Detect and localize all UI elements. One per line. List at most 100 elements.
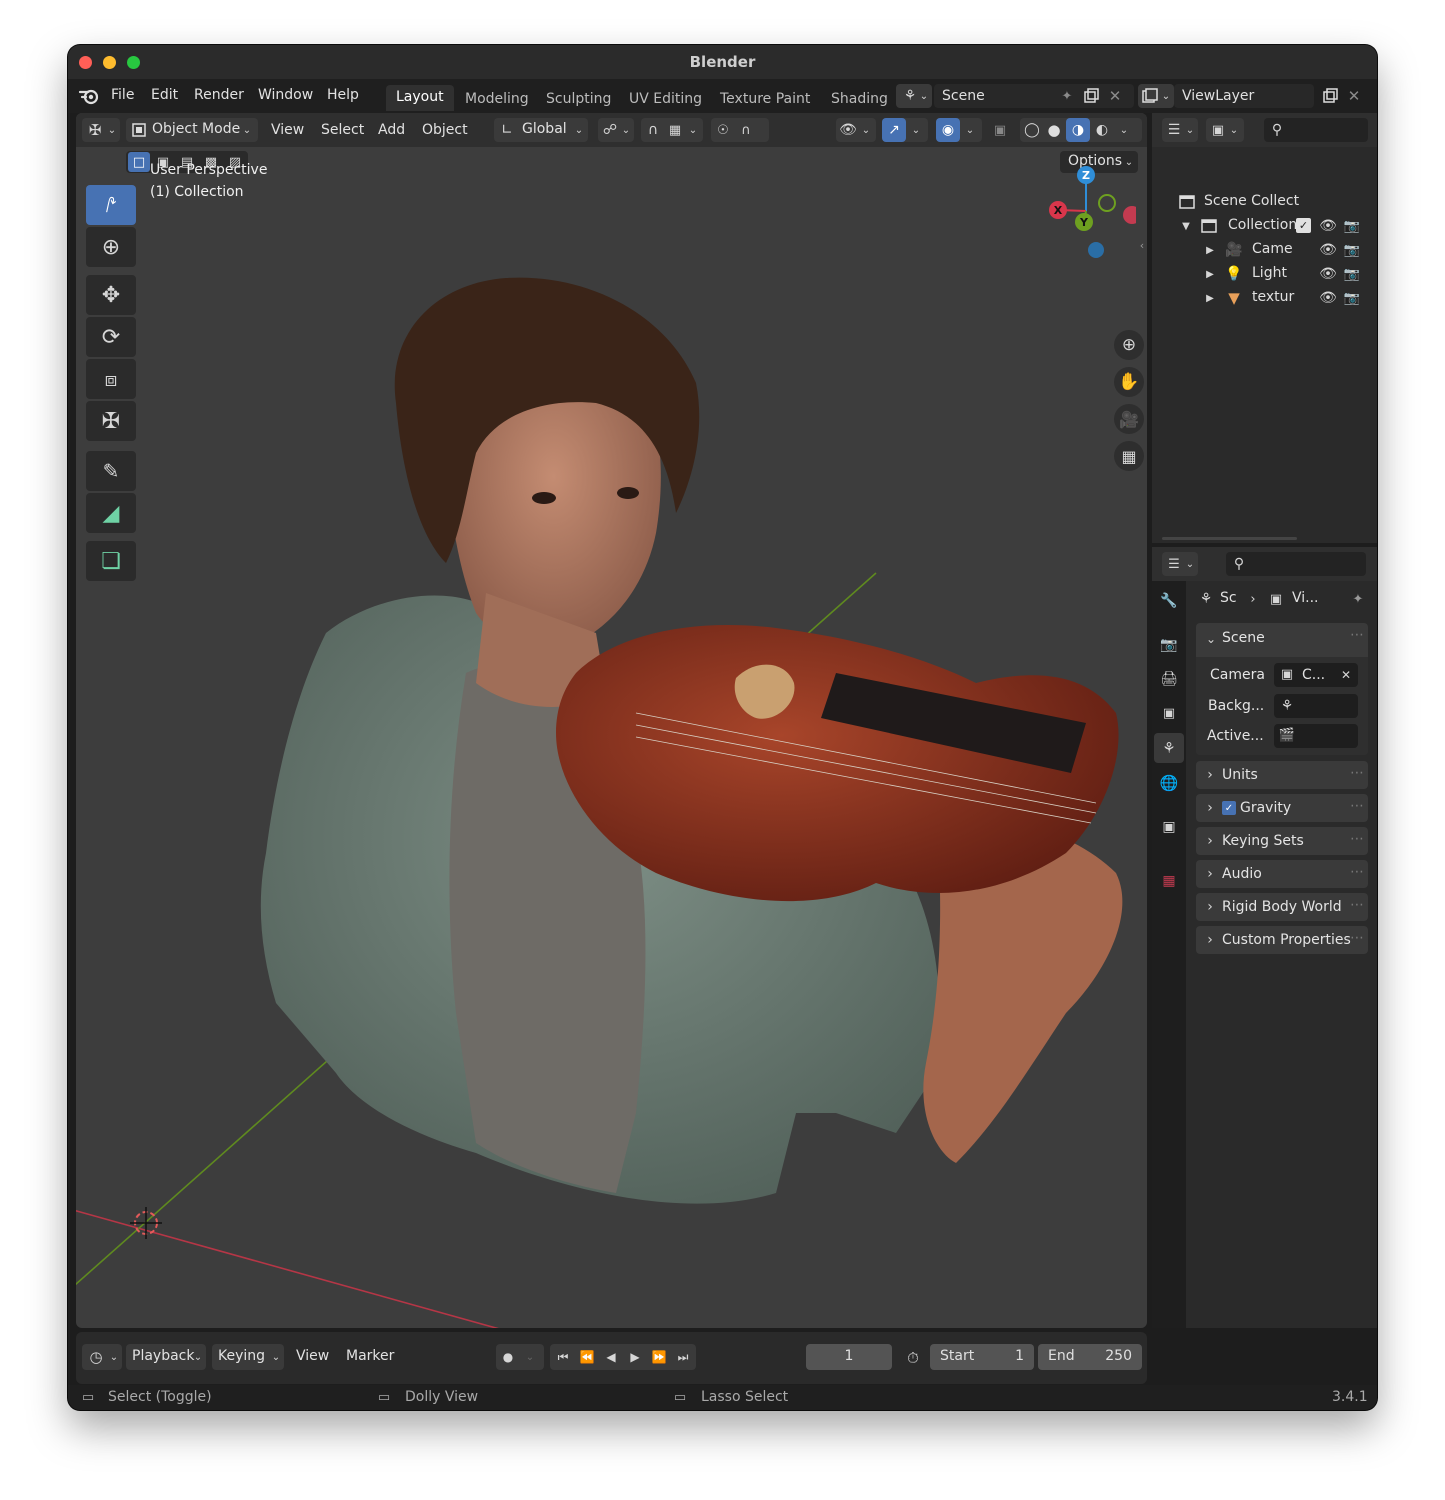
delete-view-layer-icon[interactable]: ✕ <box>1345 87 1363 105</box>
drag-handle-icon[interactable]: ⋯ <box>1350 930 1364 946</box>
display-mode-dropdown[interactable]: ▣ ⌄ <box>1206 118 1244 142</box>
start-frame-field[interactable]: Start 1 <box>930 1344 1034 1370</box>
output-tab-icon[interactable]: 🖨 <box>1159 669 1179 689</box>
drag-handle-icon[interactable]: ⋯ <box>1350 798 1364 814</box>
menu-render[interactable]: Render <box>194 87 244 103</box>
solid-shading-icon[interactable]: ● <box>1044 120 1064 140</box>
outliner-row-scene-collection[interactable]: Scene Collect <box>1152 190 1377 214</box>
tool-measure[interactable]: ◢ <box>86 493 136 533</box>
render-camera-icon[interactable]: 📷 <box>1342 217 1362 235</box>
view-layer-tab-icon[interactable]: ▣ <box>1159 703 1179 723</box>
stopwatch-icon[interactable]: ⏱ <box>902 1347 924 1369</box>
blender-logo-icon[interactable] <box>78 86 100 106</box>
menu-select[interactable]: Select <box>321 122 364 138</box>
auto-keying-button[interactable]: ● ⌄ <box>496 1344 544 1370</box>
render-tab-icon[interactable]: 📷 <box>1159 635 1179 655</box>
clear-icon[interactable]: ✕ <box>1338 666 1354 684</box>
jump-start-icon[interactable]: ⏮ <box>552 1347 574 1367</box>
outliner-row-texture-mesh[interactable]: ▶ ▼ textur 👁 📷 <box>1152 286 1377 310</box>
keying-menu[interactable]: Keying ⌄ <box>212 1344 284 1370</box>
tab-sculpting[interactable]: Sculpting <box>536 87 621 111</box>
new-scene-icon[interactable] <box>1081 87 1101 105</box>
tool-scale[interactable]: ⧈ <box>86 359 136 399</box>
outliner-editor-type-button[interactable]: ☰ ⌄ <box>1162 118 1198 142</box>
editor-type-button[interactable]: ✠ ⌄ <box>82 118 120 142</box>
scene-selector-button[interactable]: ⚘ ⌄ <box>896 84 932 108</box>
world-tab-icon[interactable]: 🌐 <box>1159 773 1179 793</box>
properties-editor-type-button[interactable]: ☰ ⌄ <box>1162 552 1198 576</box>
jump-end-icon[interactable]: ⏭ <box>672 1347 694 1367</box>
expand-down-icon[interactable]: ▼ <box>1180 218 1192 234</box>
texture-tab-icon[interactable]: ▦ <box>1159 871 1179 891</box>
pin-icon[interactable]: ✦ <box>1058 87 1076 105</box>
playback-menu[interactable]: Playback ⌄ <box>126 1344 206 1370</box>
drag-handle-icon[interactable]: ⋯ <box>1350 765 1364 781</box>
eye-icon[interactable]: 👁 <box>1318 265 1338 283</box>
gravity-checkbox[interactable]: ✓ <box>1222 801 1236 815</box>
tab-modeling[interactable]: Modeling <box>455 87 539 111</box>
render-camera-icon[interactable]: 📷 <box>1342 289 1362 307</box>
expand-right-icon[interactable]: ▶ <box>1204 290 1216 306</box>
render-camera-icon[interactable]: 📷 <box>1342 265 1362 283</box>
custom-properties-section[interactable]: › Custom Properties ⋯ <box>1196 926 1368 954</box>
tool-cursor[interactable]: ⊕ <box>86 227 136 267</box>
scene-tab-icon[interactable]: ⚘ <box>1154 733 1184 763</box>
mode-dropdown[interactable]: Object Mode ⌄ <box>126 118 258 142</box>
3d-viewport[interactable]: ✠ ⌄ Object Mode ⌄ View Select Add Object… <box>76 113 1147 1328</box>
snapping-dropdown[interactable]: ∩ ▦ ⌄ <box>641 118 703 142</box>
end-frame-field[interactable]: End 250 <box>1038 1344 1142 1370</box>
outliner-row-light[interactable]: ▶ 💡 Light 👁 📷 <box>1152 262 1377 286</box>
rendered-shading-icon[interactable]: ◐ <box>1092 120 1112 140</box>
wireframe-shading-icon[interactable]: ◯ <box>1022 120 1042 140</box>
units-section[interactable]: › Units ⋯ <box>1196 761 1368 789</box>
gravity-section[interactable]: › ✓ Gravity ⋯ <box>1196 794 1368 822</box>
collection-checkbox[interactable]: ✓ <box>1296 218 1311 233</box>
navigation-gizmo[interactable]: Z X Y <box>1036 163 1136 263</box>
tool-rotate[interactable]: ⟳ <box>86 317 136 357</box>
outliner-scrollbar[interactable] <box>1162 537 1297 540</box>
chevron-down-icon[interactable]: ⌄ <box>1204 629 1218 649</box>
render-camera-icon[interactable]: 📷 <box>1342 241 1362 259</box>
menu-file[interactable]: File <box>111 87 134 103</box>
tool-annotate[interactable]: ✎ <box>86 451 136 491</box>
timeline-editor-type-button[interactable]: ◷ ⌄ <box>82 1344 122 1370</box>
camera-view-button[interactable]: 🎥 <box>1114 404 1144 434</box>
active-clip-field[interactable]: 🎬 <box>1274 724 1358 748</box>
tab-uv-editing[interactable]: UV Editing <box>619 87 712 111</box>
play-reverse-icon[interactable]: ◀ <box>600 1347 622 1367</box>
drag-handle-icon[interactable]: ⋯ <box>1350 831 1364 847</box>
menu-view[interactable]: View <box>271 122 304 138</box>
camera-field[interactable]: ▣ C... ✕ <box>1274 663 1358 687</box>
outliner-search-input[interactable]: ⚲ <box>1264 118 1368 142</box>
scene-panel-title[interactable]: Scene <box>1222 630 1265 646</box>
tool-settings-tab-icon[interactable]: 🔧 <box>1159 591 1179 611</box>
select-new-icon[interactable]: □ <box>128 152 150 172</box>
chevron-left-icon[interactable]: ‹ <box>1137 237 1147 253</box>
current-frame-field[interactable]: 1 <box>806 1344 892 1370</box>
keying-sets-section[interactable]: › Keying Sets ⋯ <box>1196 827 1368 855</box>
menu-object[interactable]: Object <box>422 122 468 138</box>
audio-section[interactable]: › Audio ⋯ <box>1196 860 1368 888</box>
expand-right-icon[interactable]: ▶ <box>1204 242 1216 258</box>
menu-add[interactable]: Add <box>378 122 405 138</box>
tool-move[interactable]: ✥ <box>86 275 136 315</box>
xray-icon[interactable]: ▣ <box>990 121 1010 139</box>
visibility-dropdown[interactable]: 👁 ⌄ <box>836 118 876 142</box>
overlays-dropdown[interactable]: ◉ ⌄ <box>936 118 982 142</box>
drag-handle-icon[interactable]: ⋯ <box>1350 627 1364 643</box>
chevron-down-icon[interactable]: ⌄ <box>1116 120 1132 140</box>
pivot-point-dropdown[interactable]: ☍ ⌄ <box>598 118 634 142</box>
tool-add-cube[interactable]: ❏ <box>86 541 136 581</box>
tab-layout[interactable]: Layout <box>386 85 454 111</box>
drag-handle-icon[interactable]: ⋯ <box>1350 864 1364 880</box>
eye-icon[interactable]: 👁 <box>1318 217 1338 235</box>
tool-transform[interactable]: ✠ <box>86 401 136 441</box>
menu-help[interactable]: Help <box>327 87 359 103</box>
delete-scene-icon[interactable]: ✕ <box>1106 87 1124 105</box>
eye-icon[interactable]: 👁 <box>1318 241 1338 259</box>
outliner-row-collection[interactable]: ▼ Collection ✓ 👁 📷 <box>1152 214 1377 238</box>
proportional-editing-dropdown[interactable]: ☉ ∩ <box>711 118 769 142</box>
transform-orientation-dropdown[interactable]: ∟ Global ⌄ <box>494 118 588 142</box>
scene-name-field[interactable]: Scene <box>934 84 1134 108</box>
breadcrumb-scene[interactable]: Sc <box>1220 590 1237 606</box>
